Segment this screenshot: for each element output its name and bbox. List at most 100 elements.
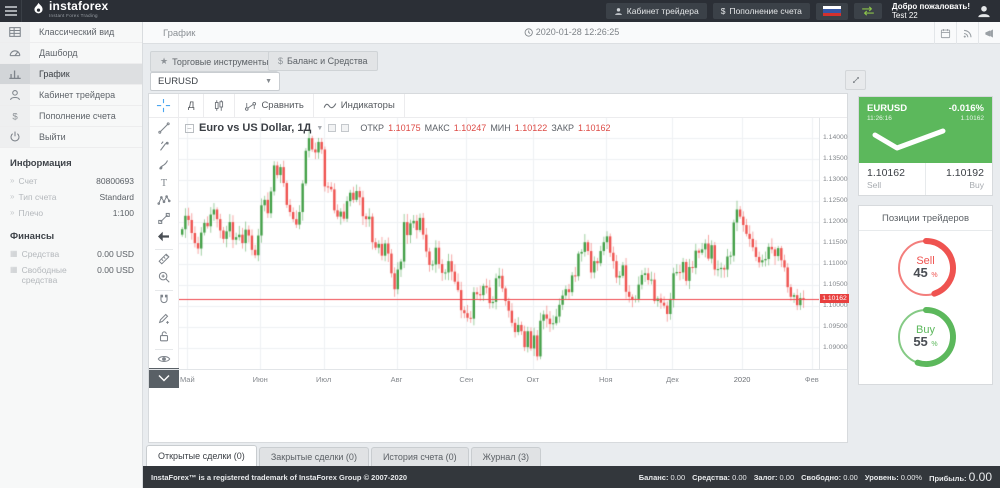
price-tick: 1.09500 (823, 323, 848, 330)
magnet-tool-button[interactable] (149, 293, 179, 311)
price-tick: 1.12500 (823, 197, 848, 204)
row-label-text: Средства (22, 249, 60, 259)
sidebar-item-chart[interactable]: График (0, 64, 142, 85)
crosshair-tool-button[interactable] (149, 94, 179, 117)
stat-label: Средства: (692, 473, 732, 482)
time-tick: Авг (391, 375, 403, 384)
info-rows: »Счет80800693»Тип счетаStandard»Плечо1:1… (0, 173, 142, 221)
magnet-icon (157, 293, 171, 312)
sidebar-item-logout[interactable]: Выйти (0, 127, 142, 148)
instaforex-logo-icon (32, 2, 45, 20)
sidebar-item-deposit[interactable]: $Пополнение счета (0, 106, 142, 127)
row-label: »Тип счета (10, 192, 82, 202)
price-tick: 1.13000 (823, 176, 848, 183)
calendar-icon[interactable] (934, 22, 956, 44)
price-chart[interactable] (179, 118, 819, 369)
trading-instruments-button[interactable]: ★ Торговые инструменты (150, 51, 278, 72)
legend-settings-icon[interactable] (328, 124, 336, 132)
toolbar-separator (155, 290, 173, 291)
sidebar-item-label: Кабинет трейдера (30, 85, 142, 105)
pitchfork-tool-button[interactable] (149, 139, 179, 157)
positions-title: Позиции трейдеров (859, 206, 992, 231)
sidebar-item-label: Выйти (30, 127, 142, 147)
legend-collapse-icon[interactable]: – (185, 124, 194, 133)
arrow-tool-button[interactable] (149, 229, 179, 247)
time-axis[interactable]: МайИюнИюлАвгСенОктНояДек2020Фев (149, 369, 847, 389)
status-bar: InstaForex™ is a registered trademark of… (143, 466, 1000, 488)
chart-style-button[interactable] (204, 94, 235, 117)
rss-icon[interactable] (956, 22, 978, 44)
finance-rows: ▦Средства0.00 USD▦Свободные средства0.00… (0, 246, 142, 288)
sidebar-data-row: ▦Средства0.00 USD (0, 246, 142, 262)
sidebar-item-trader-cabinet[interactable]: Кабинет трейдера (0, 85, 142, 106)
symbol-select[interactable]: EURUSD ▼ (150, 72, 280, 91)
lock-tool-button[interactable] (149, 329, 179, 347)
indicators-button[interactable]: Индикаторы (314, 94, 405, 117)
compare-button[interactable]: Сравнить (235, 94, 313, 117)
sidebar-item-classic-view[interactable]: Классический вид (0, 22, 142, 43)
mini-chart-icon: ▦ (10, 249, 18, 259)
svg-text:$: $ (12, 112, 18, 123)
currency-swap-button[interactable] (854, 3, 882, 19)
time-tick: Май (180, 375, 195, 384)
trendline-tool-button[interactable] (149, 121, 179, 139)
top-header: instaforex Instant Forex Trading Кабинет… (0, 0, 1000, 22)
stat-value: 0.00 (671, 473, 686, 482)
stat-label: Свободно: (801, 473, 843, 482)
zoom-in-tool-button[interactable] (149, 270, 179, 288)
time-tick: Окт (527, 375, 540, 384)
row-label-text: Плечо (18, 208, 43, 218)
subheader: График 2020-01-28 12:26:25 (143, 22, 1000, 44)
expand-chart-button[interactable] (845, 70, 866, 90)
logo[interactable]: instaforex Instant Forex Trading (22, 1, 143, 21)
row-label: ▦ Средства (10, 249, 82, 259)
sidebar-item-label: Дашборд (30, 43, 142, 63)
ruler-tool-button[interactable] (149, 252, 179, 270)
megaphone-icon[interactable] (978, 22, 1000, 44)
star-icon: ★ (160, 56, 168, 67)
bottom-tabs: Открытые сделки (0)Закрытые сделки (0)Ис… (143, 445, 1000, 466)
tab-открытые[interactable]: Открытые сделки (0) (146, 445, 257, 466)
sidebar-item-label: График (30, 64, 142, 84)
toolbar-separator (155, 349, 173, 350)
app-root: instaforex Instant Forex Trading Кабинет… (0, 0, 1000, 488)
price-axis[interactable]: 1.140001.135001.130001.125001.120001.115… (819, 118, 848, 369)
sidebar-item-label: Классический вид (30, 22, 142, 42)
draw-mode-tool-button[interactable] (149, 311, 179, 329)
language-selector-russian-flag[interactable] (816, 3, 848, 20)
quote-card[interactable]: EURUSD -0.016% 11:26:16 1.10162 1.10162 … (858, 96, 993, 196)
chevron-right-icon: » (10, 176, 14, 186)
sidebar-item-dashboard[interactable]: Дашборд (0, 43, 142, 64)
cabinet-button[interactable]: Кабинет трейдера (606, 3, 707, 19)
legend-source-icon[interactable] (341, 124, 349, 132)
interval-button[interactable]: Д (179, 94, 204, 117)
tab-история[interactable]: История счета (0) (371, 447, 469, 466)
buy-quote-button[interactable]: 1.10192 Buy (925, 163, 992, 195)
avatar-person-icon (977, 4, 991, 18)
dollar-icon: $ (278, 56, 283, 66)
balance-funds-button[interactable]: $ Баланс и Средства (268, 51, 378, 71)
pattern-tool-button[interactable] (149, 193, 179, 211)
hamburger-menu-button[interactable] (0, 0, 22, 22)
stat-value: 0.00% (901, 473, 922, 482)
toolbar-separator (155, 249, 173, 250)
current-price-badge: 1.10162 (820, 294, 849, 303)
quote-prices: 1.10162 Sell 1.10192 Buy (859, 163, 992, 195)
brush-tool-button[interactable] (149, 157, 179, 175)
price-tick: 1.10500 (823, 281, 848, 288)
power-icon (0, 127, 30, 147)
forecast-tool-button[interactable] (149, 211, 179, 229)
chevron-down-icon[interactable]: ▼ (316, 125, 323, 132)
ruler-icon (157, 252, 171, 271)
deposit-button[interactable]: $ Пополнение счета (713, 3, 810, 19)
sell-price: 1.10162 (867, 167, 917, 179)
user-avatar[interactable] (976, 3, 992, 19)
tab-закрытые[interactable]: Закрытые сделки (0) (259, 447, 369, 466)
dollar-icon: $ (0, 106, 30, 126)
row-label-text: Тип счета (18, 192, 56, 202)
text-tool-button[interactable]: T (149, 175, 179, 193)
sell-quote-button[interactable]: 1.10162 Sell (859, 163, 925, 195)
tab-журнал[interactable]: Журнал (3) (471, 447, 541, 466)
chart-card: Д Сравнить Индикаторы T – Euro vs US Dol… (148, 93, 848, 443)
russia-flag-icon (823, 6, 841, 17)
